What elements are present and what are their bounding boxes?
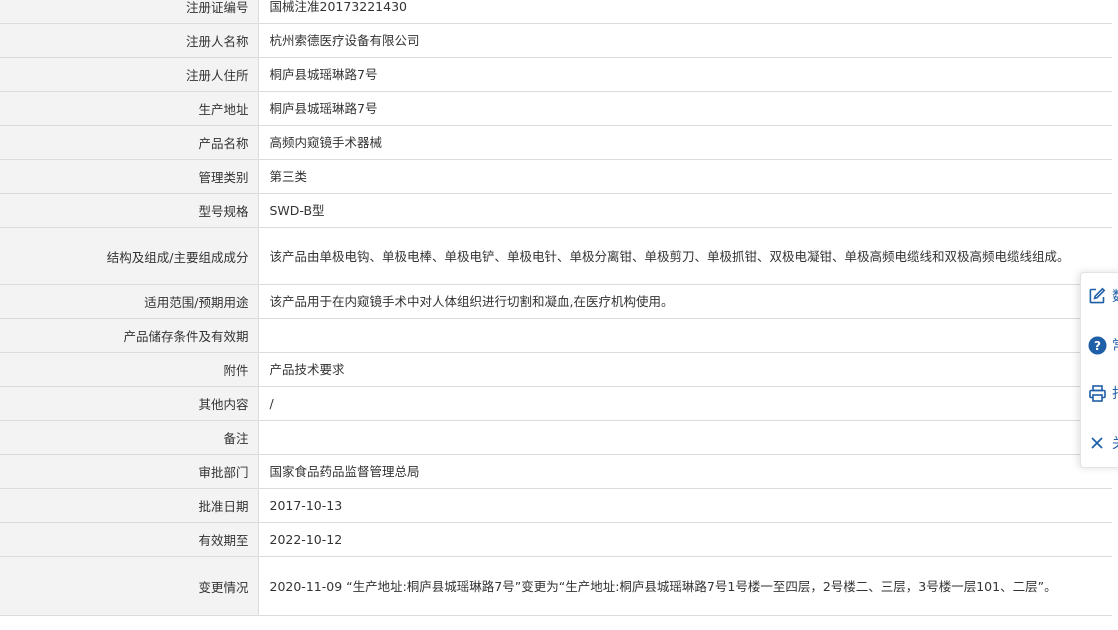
- table-row: 批准日期 2017-10-13: [0, 488, 1112, 523]
- row-label: 其他内容: [0, 386, 259, 421]
- row-value: 产品技术要求: [258, 352, 1112, 387]
- row-label: 附件: [0, 352, 259, 387]
- table-row: 适用范围/预期用途 该产品用于在内窥镜手术中对人体组织进行切割和凝血,在医疗机构…: [0, 284, 1112, 319]
- table-row: 产品储存条件及有效期: [0, 318, 1112, 353]
- row-label: 注册人住所: [0, 57, 259, 92]
- table-row: 注册人名称 杭州索德医疗设备有限公司: [0, 23, 1112, 58]
- detail-viewport: 注册证编号 国械注准20173221430 注册人名称 杭州索德医疗设备有限公司…: [0, 0, 1118, 630]
- panel-item-label: 打: [1112, 383, 1118, 403]
- edit-icon: [1087, 286, 1107, 306]
- table-row: 有效期至 2022-10-12: [0, 522, 1112, 557]
- table-row: 变更情况 2020-11-09 “生产地址:桐庐县城瑶琳路7号”变更为“生产地址…: [0, 556, 1112, 616]
- row-label: 适用范围/预期用途: [0, 284, 259, 319]
- row-value: 国家食品药品监督管理总局: [258, 454, 1112, 489]
- row-label: 变更情况: [0, 556, 259, 616]
- row-label: 结构及组成/主要组成成分: [0, 227, 259, 285]
- table-row: 产品名称 高频内窥镜手术器械: [0, 125, 1112, 160]
- print-icon: [1087, 383, 1107, 403]
- row-label: 有效期至: [0, 522, 259, 557]
- row-label: 审批部门: [0, 454, 259, 489]
- close-icon: [1087, 433, 1107, 453]
- panel-item-label: 关: [1112, 433, 1118, 453]
- row-value: 2022-10-12: [258, 522, 1112, 557]
- row-label: 注册证编号: [0, 0, 259, 24]
- panel-item-faq[interactable]: ? 常: [1087, 333, 1118, 357]
- panel-item-label: 数: [1112, 286, 1118, 306]
- help-icon: ?: [1087, 335, 1107, 355]
- row-label: 产品储存条件及有效期: [0, 318, 259, 353]
- panel-item-close[interactable]: 关: [1087, 431, 1118, 455]
- table-row: 生产地址 桐庐县城瑶琳路7号: [0, 91, 1112, 126]
- row-label: 生产地址: [0, 91, 259, 126]
- row-value: 2017-10-13: [258, 488, 1112, 523]
- row-value: [258, 420, 1112, 455]
- row-value: 该产品用于在内窥镜手术中对人体组织进行切割和凝血,在医疗机构使用。: [258, 284, 1112, 319]
- row-value: 国械注准20173221430: [258, 0, 1112, 24]
- table-row: 其他内容 /: [0, 386, 1112, 421]
- panel-item-data[interactable]: 数: [1087, 284, 1118, 308]
- table-row: 备注: [0, 420, 1112, 455]
- row-value: /: [258, 386, 1112, 421]
- row-value: 杭州索德医疗设备有限公司: [258, 23, 1112, 58]
- row-label: 产品名称: [0, 125, 259, 160]
- row-value: [258, 318, 1112, 353]
- row-value: SWD-B型: [258, 193, 1112, 228]
- row-label: 型号规格: [0, 193, 259, 228]
- table-row: 注册人住所 桐庐县城瑶琳路7号: [0, 57, 1112, 92]
- panel-item-print[interactable]: 打: [1087, 381, 1118, 405]
- table-row: 管理类别 第三类: [0, 159, 1112, 194]
- table-row: 结构及组成/主要组成成分 该产品由单极电钩、单极电棒、单极电铲、单极电针、单极分…: [0, 227, 1112, 285]
- row-label: 管理类别: [0, 159, 259, 194]
- floating-tool-panel: 数 ? 常 打 关: [1080, 272, 1118, 468]
- table-row: 附件 产品技术要求: [0, 352, 1112, 387]
- row-value: 2020-11-09 “生产地址:桐庐县城瑶琳路7号”变更为“生产地址:桐庐县城…: [258, 556, 1112, 616]
- registration-detail-table: 注册证编号 国械注准20173221430 注册人名称 杭州索德医疗设备有限公司…: [0, 0, 1112, 616]
- table-row: 注册证编号 国械注准20173221430: [0, 0, 1112, 24]
- row-value: 桐庐县城瑶琳路7号: [258, 57, 1112, 92]
- panel-item-label: 常: [1112, 335, 1118, 355]
- row-label: 备注: [0, 420, 259, 455]
- row-value: 第三类: [258, 159, 1112, 194]
- row-label: 注册人名称: [0, 23, 259, 58]
- table-row: 型号规格 SWD-B型: [0, 193, 1112, 228]
- svg-text:?: ?: [1094, 339, 1101, 353]
- row-value: 高频内窥镜手术器械: [258, 125, 1112, 160]
- table-row: 审批部门 国家食品药品监督管理总局: [0, 454, 1112, 489]
- row-value: 桐庐县城瑶琳路7号: [258, 91, 1112, 126]
- row-value: 该产品由单极电钩、单极电棒、单极电铲、单极电针、单极分离钳、单极剪刀、单极抓钳、…: [258, 227, 1112, 285]
- row-label: 批准日期: [0, 488, 259, 523]
